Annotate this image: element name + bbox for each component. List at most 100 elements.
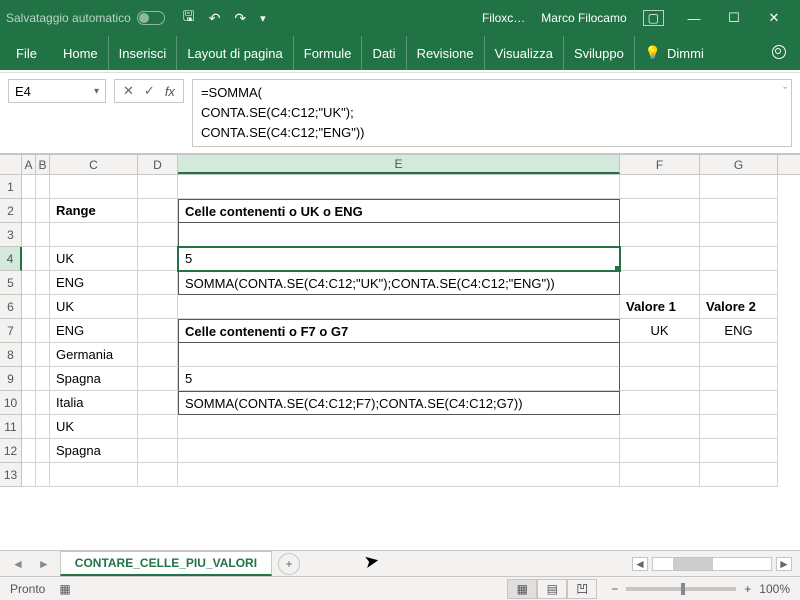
cell-selected[interactable]: 5 — [178, 247, 620, 271]
zoom-out-button[interactable]: − — [611, 582, 618, 596]
minimize-button[interactable]: — — [674, 0, 714, 36]
autosave-toggle[interactable] — [137, 11, 165, 25]
cell[interactable] — [700, 415, 778, 439]
cell[interactable]: UK — [50, 247, 138, 271]
tab-formulas[interactable]: Formule — [294, 36, 363, 70]
tab-layout[interactable]: Layout di pagina — [177, 36, 293, 70]
col-header-D[interactable]: D — [138, 155, 178, 174]
cell[interactable]: Valore 1 — [620, 295, 700, 319]
tab-review[interactable]: Revisione — [407, 36, 485, 70]
formula-input[interactable]: =SOMMA( CONTA.SE(C4:C12;"UK"); CONTA.SE(… — [192, 79, 792, 147]
cell[interactable] — [620, 271, 700, 295]
cell[interactable] — [700, 247, 778, 271]
cell[interactable] — [178, 415, 620, 439]
cell[interactable]: Celle contenenti o UK o ENG — [178, 199, 620, 223]
sheet-tab-active[interactable]: CONTARE_CELLE_PIU_VALORI — [60, 551, 272, 576]
share-button[interactable] — [762, 45, 796, 62]
cell[interactable] — [620, 199, 700, 223]
col-header-A[interactable]: A — [22, 155, 36, 174]
cell[interactable] — [36, 223, 50, 247]
cell[interactable] — [700, 463, 778, 487]
cell[interactable] — [36, 343, 50, 367]
cell[interactable] — [138, 199, 178, 223]
cell[interactable]: ENG — [700, 319, 778, 343]
cell[interactable]: Spagna — [50, 439, 138, 463]
cell[interactable] — [620, 367, 700, 391]
cell[interactable] — [620, 415, 700, 439]
row-header[interactable]: 8 — [0, 343, 22, 367]
cell[interactable] — [36, 463, 50, 487]
cell[interactable] — [22, 463, 36, 487]
view-normal-icon[interactable]: ▦ — [507, 579, 537, 599]
close-button[interactable]: ✕ — [754, 0, 794, 36]
col-header-F[interactable]: F — [620, 155, 700, 174]
col-header-C[interactable]: C — [50, 155, 138, 174]
scroll-track[interactable] — [652, 557, 772, 571]
zoom-slider[interactable] — [626, 587, 736, 591]
cell[interactable]: 5 — [178, 367, 620, 391]
cell[interactable] — [22, 247, 36, 271]
cell[interactable] — [22, 415, 36, 439]
view-page-layout-icon[interactable]: ▤ — [537, 579, 567, 599]
cell[interactable] — [138, 295, 178, 319]
select-all-corner[interactable] — [0, 155, 22, 174]
cell[interactable] — [178, 463, 620, 487]
cell[interactable]: UK — [50, 295, 138, 319]
cell[interactable] — [36, 295, 50, 319]
cell[interactable] — [700, 223, 778, 247]
tab-data[interactable]: Dati — [362, 36, 406, 70]
cell[interactable]: SOMMA(CONTA.SE(C4:C12;F7);CONTA.SE(C4:C1… — [178, 391, 620, 415]
redo-icon[interactable]: ↷ — [234, 10, 246, 27]
tab-home[interactable]: Home — [53, 36, 109, 70]
autosave-toggle-group[interactable]: Salvataggio automatico — [6, 11, 165, 25]
cell[interactable] — [138, 415, 178, 439]
cell[interactable]: Valore 2 — [700, 295, 778, 319]
col-header-G[interactable]: G — [700, 155, 778, 174]
row-header[interactable]: 12 — [0, 439, 22, 463]
row-header[interactable]: 7 — [0, 319, 22, 343]
ribbon-display-icon[interactable]: ▢ — [643, 10, 664, 26]
tab-file[interactable]: File — [4, 36, 53, 70]
name-box-dropdown-icon[interactable]: ▾ — [94, 86, 99, 97]
cell[interactable] — [178, 175, 620, 199]
cell[interactable] — [620, 223, 700, 247]
cell[interactable] — [50, 463, 138, 487]
tab-developer[interactable]: Sviluppo — [564, 36, 635, 70]
cell[interactable] — [36, 391, 50, 415]
cell[interactable] — [22, 439, 36, 463]
undo-icon[interactable]: ↶ — [209, 10, 221, 27]
qat-more-icon[interactable]: ▾ — [260, 12, 266, 25]
tell-me[interactable]: 💡 Dimmi — [645, 45, 704, 61]
horizontal-scrollbar[interactable]: ◄ ► — [632, 557, 792, 571]
add-sheet-button[interactable]: + — [278, 553, 300, 575]
row-header[interactable]: 11 — [0, 415, 22, 439]
cell[interactable] — [700, 367, 778, 391]
cell[interactable] — [620, 439, 700, 463]
cell[interactable] — [22, 199, 36, 223]
cell[interactable] — [36, 415, 50, 439]
tab-view[interactable]: Visualizza — [485, 36, 564, 70]
cell[interactable] — [138, 247, 178, 271]
row-header[interactable]: 10 — [0, 391, 22, 415]
cell[interactable]: Germania — [50, 343, 138, 367]
cell[interactable] — [36, 199, 50, 223]
scroll-thumb[interactable] — [673, 558, 713, 570]
cell[interactable] — [620, 463, 700, 487]
cell[interactable]: ENG — [50, 271, 138, 295]
col-header-E[interactable]: E — [178, 155, 620, 174]
row-header[interactable]: 4 — [0, 247, 22, 271]
col-header-B[interactable]: B — [36, 155, 50, 174]
cell[interactable] — [22, 391, 36, 415]
cell[interactable] — [36, 271, 50, 295]
cell[interactable] — [700, 271, 778, 295]
maximize-button[interactable]: ☐ — [714, 0, 754, 36]
name-box[interactable]: E4 ▾ — [8, 79, 106, 103]
cell[interactable] — [620, 391, 700, 415]
scroll-right-icon[interactable]: ► — [776, 557, 792, 571]
cell[interactable] — [22, 343, 36, 367]
cell[interactable] — [138, 367, 178, 391]
cell[interactable]: UK — [50, 415, 138, 439]
scroll-left-icon[interactable]: ◄ — [632, 557, 648, 571]
cell[interactable] — [22, 367, 36, 391]
cell[interactable] — [22, 223, 36, 247]
